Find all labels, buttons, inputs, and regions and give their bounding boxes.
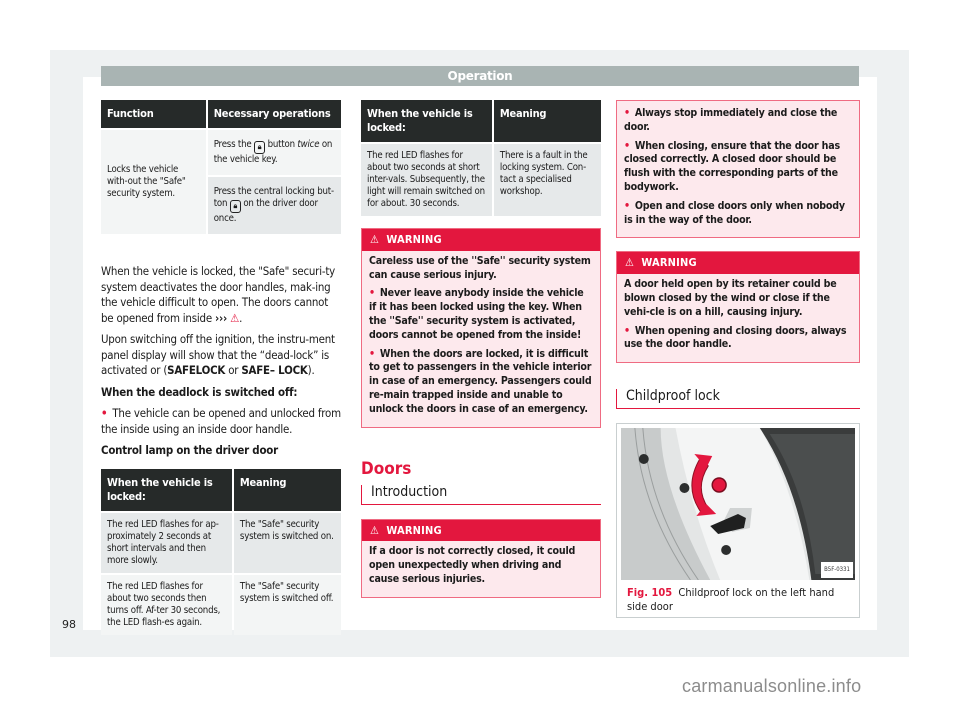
warning-header: ⚠ WARNING [362, 229, 600, 251]
warning-text: Careless use of the ''Safe'' security sy… [369, 254, 591, 281]
warning-text: A door held open by its retainer could b… [624, 278, 837, 318]
figure-label: Fig. 105 [627, 585, 673, 599]
operation-cell: Press the 🔒︎ button twice on the vehicle… [207, 130, 341, 175]
childproof-lock-illustration: B5F-0331 [621, 427, 855, 580]
table-cell: The red LED flashes for ap-proximately 2… [101, 512, 232, 573]
column-middle: When the vehicle is locked: Meaning The … [361, 100, 601, 598]
warning-box: ⚠ WARNING A door held open by its retain… [616, 251, 860, 364]
paragraph: Upon switching off the ignition, the ins… [101, 332, 335, 377]
function-table: Function Necessary operations Locks the … [99, 98, 343, 236]
table-header: When the vehicle is locked: [361, 100, 492, 142]
table-cell: The "Safe" security system is switched o… [233, 574, 341, 635]
warning-header: ⚠ WARNING [617, 252, 859, 275]
control-lamp-table: When the vehicle is locked: Meaning The … [99, 467, 343, 637]
subsection-title: Introduction [361, 485, 601, 505]
table-cell: The red LED flashes for about two second… [101, 574, 232, 635]
bullet-item: When opening and closing doors, always u… [624, 325, 852, 353]
table-cell: There is a fault in the locking system. … [493, 144, 601, 216]
warning-triangle-icon: ⚠ [370, 523, 380, 537]
warning-box: ⚠ WARNING Careless use of the ''Safe'' s… [361, 228, 601, 428]
section-header: Operation [101, 66, 859, 86]
warning-triangle-icon: ⚠ [230, 310, 240, 325]
table-row: The red LED flashes for about two second… [361, 144, 601, 216]
section-title: Doors [361, 458, 412, 479]
warning-text: If a door is not correctly closed, it co… [369, 545, 576, 585]
watermark: carmanualsonline.info [682, 676, 862, 696]
column-left: Function Necessary operations Locks the … [101, 100, 341, 635]
warning-box-continued: Always stop immediately and close the do… [616, 100, 860, 239]
bullet-item: Always stop immediately and close the do… [624, 107, 852, 135]
table-header: Function [101, 100, 206, 128]
table-row: Locks the vehicle with-out the "Safe" se… [101, 130, 341, 234]
lock-key-icon: 🔒︎ [254, 141, 266, 154]
table-cell: The red LED flashes for about two second… [361, 144, 492, 216]
subheading: When the deadlock is switched off: [101, 384, 298, 399]
bullet-item: Open and close doors only when nobody is… [624, 200, 852, 228]
bullet-item: The vehicle can be opened and unlocked f… [101, 406, 341, 437]
table-header: Meaning [233, 468, 341, 511]
table-row: The red LED flashes for about two second… [101, 574, 341, 635]
bullet-item: When closing, ensure that the door has c… [624, 140, 852, 195]
page-number: 98 [62, 618, 76, 631]
lock-key-icon: 🔒︎ [229, 200, 241, 213]
warning-triangle-icon: ⚠ [370, 233, 380, 246]
door-illustration [621, 427, 855, 580]
subheading: Control lamp on the driver door [101, 443, 278, 457]
table-cell: The "Safe" security system is switched o… [233, 512, 341, 573]
warning-box: ⚠ WARNING If a door is not correctly clo… [361, 518, 601, 598]
control-lamp-table-continued: When the vehicle is locked: Meaning The … [359, 98, 603, 218]
operation-cell: Press the central locking but-ton 🔒︎ on … [207, 177, 341, 234]
function-cell: Locks the vehicle with-out the "Safe" se… [101, 130, 206, 234]
column-right: Always stop immediately and close the do… [616, 100, 860, 618]
table-header: Meaning [493, 100, 601, 142]
warning-header: ⚠ WARNING [362, 519, 600, 542]
paragraph: When the vehicle is locked, the "Safe" s… [101, 264, 336, 325]
warning-triangle-icon: ⚠ [625, 256, 635, 270]
figure: B5F-0331 Fig. 105 Childproof lock on the… [616, 422, 860, 618]
continue-marker: ››› [215, 310, 228, 325]
bullet-item: When the doors are locked, it is difficu… [369, 348, 593, 417]
table-header: When the vehicle is locked: [101, 468, 232, 511]
table-header: Necessary operations [207, 100, 341, 128]
figure-code: B5F-0331 [821, 562, 853, 578]
figure-caption: Fig. 105 Childproof lock on the left han… [627, 585, 835, 613]
subsection-title: Childproof lock [616, 389, 860, 409]
table-row: The red LED flashes for ap-proximately 2… [101, 512, 341, 573]
bullet-item: Never leave anybody inside the vehicle i… [369, 287, 593, 342]
